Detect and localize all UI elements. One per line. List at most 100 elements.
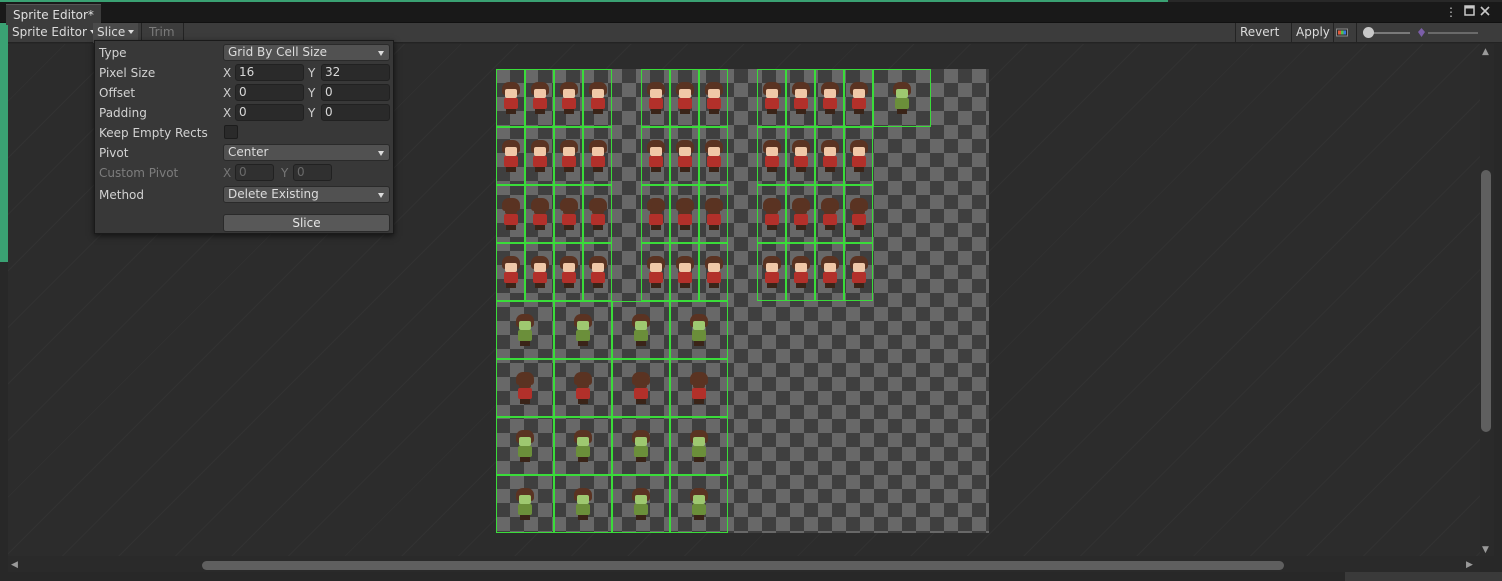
slice-rect[interactable]	[844, 185, 873, 243]
slice-rect[interactable]	[496, 185, 525, 243]
slice-rect[interactable]	[525, 69, 554, 127]
slice-rect[interactable]	[583, 185, 612, 243]
slice-rect[interactable]	[554, 185, 583, 243]
offset-y-axis: Y	[308, 86, 316, 100]
slice-rect[interactable]	[554, 475, 612, 533]
color-channel-icon[interactable]	[1336, 27, 1348, 41]
slice-rect[interactable]	[554, 359, 612, 417]
slice-rect[interactable]	[554, 417, 612, 475]
slice-rect[interactable]	[757, 243, 786, 301]
sprite-body	[503, 214, 518, 225]
slice-rect[interactable]	[815, 127, 844, 185]
slice-rect[interactable]	[786, 127, 815, 185]
slice-rect[interactable]	[612, 301, 670, 359]
slice-rect[interactable]	[844, 127, 873, 185]
slice-rect[interactable]	[496, 359, 554, 417]
slice-rect[interactable]	[757, 69, 786, 127]
slice-rect[interactable]	[670, 301, 728, 359]
keep-empty-rects-checkbox[interactable]	[224, 125, 238, 139]
mode-dropdown[interactable]: Sprite Editor	[8, 23, 100, 43]
slice-rect[interactable]	[873, 69, 931, 127]
slice-rect[interactable]	[583, 69, 612, 127]
slice-rect[interactable]	[612, 417, 670, 475]
sprite-legs	[534, 167, 545, 172]
zoom-slider[interactable]	[1362, 26, 1482, 40]
close-icon[interactable]	[1478, 5, 1492, 19]
slice-rect[interactable]	[699, 69, 728, 127]
slice-rect[interactable]	[786, 185, 815, 243]
scroll-left-icon[interactable]: ◀	[11, 560, 18, 570]
character-sprite	[791, 138, 811, 174]
character-sprite	[675, 196, 695, 232]
slice-rect[interactable]	[554, 69, 583, 127]
scroll-right-icon[interactable]: ▶	[1466, 560, 1473, 570]
slice-rect[interactable]	[844, 69, 873, 127]
method-dropdown[interactable]: Delete Existing	[223, 186, 390, 203]
kebab-menu-icon[interactable]: ⋮	[1444, 5, 1458, 19]
slice-rect[interactable]	[496, 69, 525, 127]
slice-rect[interactable]	[670, 243, 699, 301]
offset-x-field[interactable]: 0	[235, 84, 304, 101]
character-sprite	[762, 254, 782, 290]
slice-rect[interactable]	[612, 359, 670, 417]
slice-rect[interactable]	[757, 127, 786, 185]
slice-rect[interactable]	[815, 243, 844, 301]
type-dropdown[interactable]: Grid By Cell Size	[223, 44, 390, 61]
slice-rect[interactable]	[786, 69, 815, 127]
slice-rect[interactable]	[815, 69, 844, 127]
slice-rect[interactable]	[641, 127, 670, 185]
maximize-icon[interactable]	[1462, 5, 1476, 19]
custom-pivot-x-axis: X	[223, 166, 232, 180]
slice-rect[interactable]	[670, 185, 699, 243]
slice-rect[interactable]	[496, 243, 525, 301]
pixel-size-y-field[interactable]: 32	[321, 64, 390, 81]
pixel-size-x-field[interactable]: 16	[235, 64, 304, 81]
scroll-down-icon[interactable]: ▼	[1482, 545, 1489, 555]
slice-rect[interactable]	[670, 475, 728, 533]
slice-rect[interactable]	[554, 243, 583, 301]
slice-rect[interactable]	[525, 127, 554, 185]
slice-rect[interactable]	[525, 243, 554, 301]
slice-rect[interactable]	[496, 127, 525, 185]
zoom-slider-handle[interactable]	[1363, 27, 1374, 38]
slice-rect[interactable]	[583, 127, 612, 185]
slice-rect[interactable]	[699, 127, 728, 185]
apply-button[interactable]: Apply	[1292, 23, 1334, 43]
slice-rect[interactable]	[670, 417, 728, 475]
slice-rect[interactable]	[699, 243, 728, 301]
window-tab[interactable]: Sprite Editor*	[6, 4, 101, 25]
slice-rect[interactable]	[786, 243, 815, 301]
sprite-face	[504, 205, 517, 214]
slice-rect[interactable]	[496, 417, 554, 475]
slice-rect[interactable]	[641, 185, 670, 243]
slice-rect[interactable]	[757, 185, 786, 243]
slice-rect[interactable]	[844, 243, 873, 301]
slice-rect[interactable]	[815, 185, 844, 243]
padding-y-field[interactable]: 0	[321, 104, 390, 121]
slice-rect[interactable]	[496, 475, 554, 533]
slice-rect[interactable]	[641, 69, 670, 127]
padding-x-field[interactable]: 0	[235, 104, 304, 121]
offset-y-field[interactable]: 0	[321, 84, 390, 101]
slice-rect[interactable]	[612, 475, 670, 533]
scroll-up-icon[interactable]: ▲	[1482, 47, 1489, 57]
revert-button[interactable]: Revert	[1236, 23, 1283, 43]
slice-rect[interactable]	[670, 127, 699, 185]
sprite-legs	[534, 283, 545, 288]
slice-rect[interactable]	[670, 69, 699, 127]
sprite-legs	[520, 515, 530, 520]
slice-rect[interactable]	[641, 243, 670, 301]
pivot-dropdown[interactable]: Center	[223, 144, 390, 161]
vertical-scroll-thumb[interactable]	[1481, 170, 1491, 432]
slice-rect[interactable]	[583, 243, 612, 301]
sprite-face	[562, 263, 575, 272]
slice-rect[interactable]	[525, 185, 554, 243]
slice-rect[interactable]	[496, 301, 554, 359]
slice-rect[interactable]	[554, 127, 583, 185]
slice-button[interactable]: Slice	[223, 214, 390, 232]
slice-rect[interactable]	[699, 185, 728, 243]
horizontal-scroll-thumb[interactable]	[202, 561, 1284, 570]
sprite-face	[504, 263, 517, 272]
slice-rect[interactable]	[670, 359, 728, 417]
slice-rect[interactable]	[554, 301, 612, 359]
